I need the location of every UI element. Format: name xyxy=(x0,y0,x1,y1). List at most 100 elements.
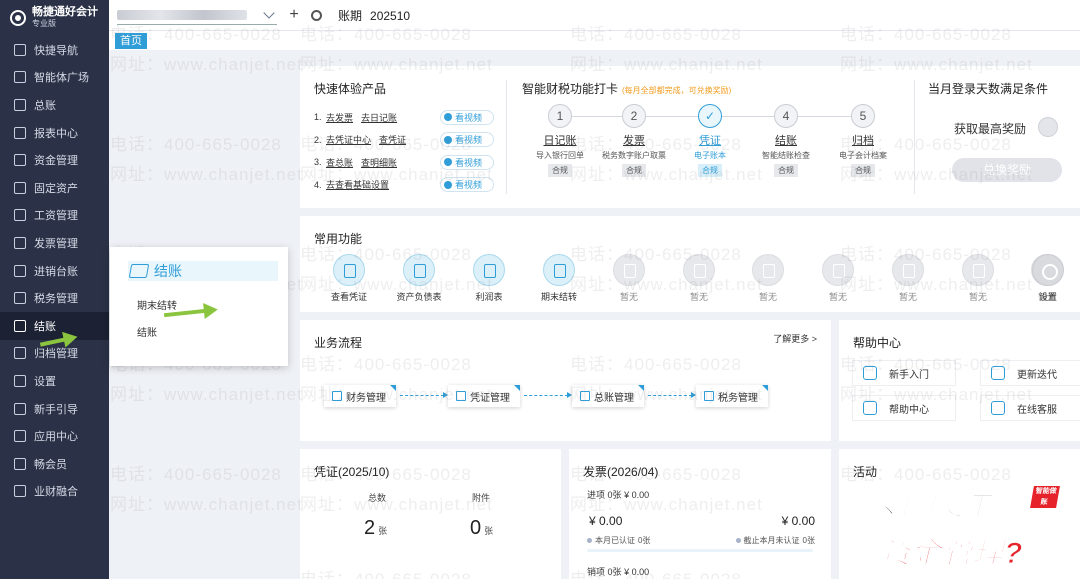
help-center-card: 帮助中心 新手入门 更新迭代 帮助中心 在线客服 xyxy=(839,320,1080,441)
sidebar-item-label: 业财融合 xyxy=(34,486,78,499)
go-voucher-center-link[interactable]: 去凭证中心 xyxy=(326,133,371,146)
flow-node-tax[interactable]: 税务管理 xyxy=(696,385,768,407)
uncertified-to-date: 截止本月未认证 0张 xyxy=(735,535,815,546)
sidebar-item-label: 结账 xyxy=(34,320,56,333)
shortcut-label: 暂无 xyxy=(689,292,708,302)
settings-gear-icon[interactable] xyxy=(311,9,322,21)
sidebar-item-settings[interactable]: 设置 xyxy=(0,367,109,395)
online-support-button[interactable]: 在线客服 xyxy=(980,395,1080,421)
sidebar-item-salary[interactable]: 工资管理 xyxy=(0,202,109,230)
beginner-guide-button[interactable]: 新手入门 xyxy=(852,360,956,386)
business-flow-title: 业务流程 xyxy=(314,336,363,350)
check-circle-icon xyxy=(1038,117,1058,137)
go-journal-link[interactable]: 去日记账 xyxy=(361,111,397,124)
brand[interactable]: 畅捷通好会计 专业版 xyxy=(0,0,109,36)
menu-item-closing[interactable]: 结账 xyxy=(137,324,157,339)
sidebar-item-invoices[interactable]: 发票管理 xyxy=(0,229,109,257)
sidebar-item-tax[interactable]: 税务管理 xyxy=(0,284,109,312)
help-label: 更新迭代 xyxy=(1017,369,1057,381)
sidebar-item-guide[interactable]: 新手引导 xyxy=(0,395,109,423)
document-icon xyxy=(863,401,877,415)
reward-text: 获取最高奖励 xyxy=(954,122,1027,136)
sidebar: 畅捷通好会计 专业版 快捷导航 智能体广场 总账 报表中心 资金管理 固定资产 … xyxy=(0,0,109,579)
flow-node-voucher[interactable]: 凭证管理 xyxy=(448,385,520,407)
redeem-reward-button[interactable]: 兑换奖励 xyxy=(952,158,1062,182)
flow-node-ledger[interactable]: 总账管理 xyxy=(572,385,644,407)
watch-video-button[interactable]: 看视频 xyxy=(440,177,494,193)
sidebar-item-agent-plaza[interactable]: 智能体广场 xyxy=(0,64,109,92)
step-archive[interactable]: 5 归档 电子会计档案 合规 xyxy=(825,104,901,177)
voucher-attach-number: 0 xyxy=(470,517,482,539)
shortcut-label: 暂无 xyxy=(968,292,987,302)
sidebar-item-quick-nav[interactable]: 快捷导航 xyxy=(0,36,109,64)
row-number: 1. xyxy=(314,112,322,123)
step-closing[interactable]: 4 结账 智能结账检查 合规 xyxy=(748,104,824,177)
check-voucher-link[interactable]: 查凭证 xyxy=(379,133,406,146)
help-center-button[interactable]: 帮助中心 xyxy=(852,395,956,421)
settings-shortcut[interactable]: 设置 xyxy=(1018,254,1078,303)
watermark-site: 网址：www.chanjet.net xyxy=(110,55,303,74)
income-statement-shortcut[interactable]: 利润表 xyxy=(459,254,519,303)
tax-icon xyxy=(14,292,26,305)
shortcut-label: 查看凭证 xyxy=(330,292,367,302)
bullet-icon xyxy=(587,538,592,543)
voucher-total-label: 总数 xyxy=(368,493,387,503)
sidebar-item-vip[interactable]: 畅会员 xyxy=(0,450,109,478)
input-invoice-row: 进项 0张 ¥ 0.00 xyxy=(587,488,649,501)
uncertified-count: 0张 xyxy=(802,536,815,545)
ai-icon xyxy=(14,71,26,84)
check-ledger-link[interactable]: 查总账 xyxy=(326,156,353,169)
period-display: 账期 202510 xyxy=(338,7,410,24)
basic-settings-link[interactable]: 去查看基础设置 xyxy=(326,178,389,191)
profit-chart-icon xyxy=(473,254,505,286)
sidebar-item-closing[interactable]: 结账 xyxy=(0,311,109,340)
step-desc: 导入银行回单 xyxy=(536,151,584,160)
watch-video-button[interactable]: 看视频 xyxy=(440,109,494,125)
video-label: 看视频 xyxy=(455,135,483,146)
shortcut-label: 暂无 xyxy=(619,292,638,302)
sidebar-item-stock-ledger[interactable]: 进销台账 xyxy=(0,257,109,285)
unit-label: 张 xyxy=(484,526,494,536)
go-invoice-link[interactable]: 去发票 xyxy=(326,111,353,124)
sidebar-item-app-center[interactable]: 应用中心 xyxy=(0,422,109,450)
tab-home[interactable]: 首页 xyxy=(115,33,147,49)
uncertified-amount: ¥ 0.00 xyxy=(781,514,815,528)
step-invoice[interactable]: 2 发票 税务数字账户取票 合规 xyxy=(596,104,672,177)
menu-item-period-end-transfer[interactable]: 期末结转 xyxy=(137,297,177,312)
watch-video-button[interactable]: 看视频 xyxy=(440,132,494,148)
sidebar-item-fixed-assets[interactable]: 固定资产 xyxy=(0,174,109,202)
voucher-title: 凭证(2025/10) xyxy=(314,465,390,479)
step-journal[interactable]: 1 日记账 导入银行回单 合规 xyxy=(522,104,598,177)
flow-node-finance[interactable]: 财务管理 xyxy=(324,385,396,407)
watch-video-button[interactable]: 看视频 xyxy=(440,154,494,170)
sidebar-item-fusion[interactable]: 业财融合 xyxy=(0,478,109,506)
step-tag: 合规 xyxy=(851,164,875,177)
sidebar-item-reports[interactable]: 报表中心 xyxy=(0,119,109,147)
account-set-select[interactable] xyxy=(117,5,277,25)
shortcut-label: 设置 xyxy=(1038,292,1057,302)
sidebar-item-label: 快捷导航 xyxy=(34,44,78,57)
play-icon xyxy=(444,180,452,189)
balance-sheet-shortcut[interactable]: 资产负债表 xyxy=(389,254,449,303)
period-end-transfer-shortcut[interactable]: 期末结转 xyxy=(529,254,589,303)
sidebar-item-funds[interactable]: 资金管理 xyxy=(0,146,109,174)
promo-badge: 智能做账 xyxy=(1030,486,1060,508)
step-number: 1 xyxy=(548,104,572,128)
empty-shortcut: 暂无 xyxy=(738,254,798,303)
asset-icon xyxy=(14,181,26,194)
shortcut-label: 资产负债表 xyxy=(396,292,442,302)
release-notes-button[interactable]: 更新迭代 xyxy=(980,360,1080,386)
sidebar-item-label: 总账 xyxy=(34,99,56,112)
view-voucher-shortcut[interactable]: 查看凭证 xyxy=(319,254,379,303)
sidebar-item-label: 应用中心 xyxy=(34,431,78,444)
add-account-button[interactable]: + xyxy=(287,6,301,24)
check-detail-ledger-link[interactable]: 查明细账 xyxy=(361,156,397,169)
voucher-attach-value[interactable]: 0张 xyxy=(470,517,493,540)
sidebar-item-ledger[interactable]: 总账 xyxy=(0,91,109,119)
gear-icon xyxy=(1032,254,1064,286)
step-voucher[interactable]: ✓ 凭证 电子账本 合规 xyxy=(672,104,748,177)
vip-icon xyxy=(14,457,26,470)
learn-more-link[interactable]: 了解更多 > xyxy=(773,332,817,345)
account-name-redacted xyxy=(117,9,247,20)
voucher-total-value[interactable]: 2张 xyxy=(364,517,387,540)
